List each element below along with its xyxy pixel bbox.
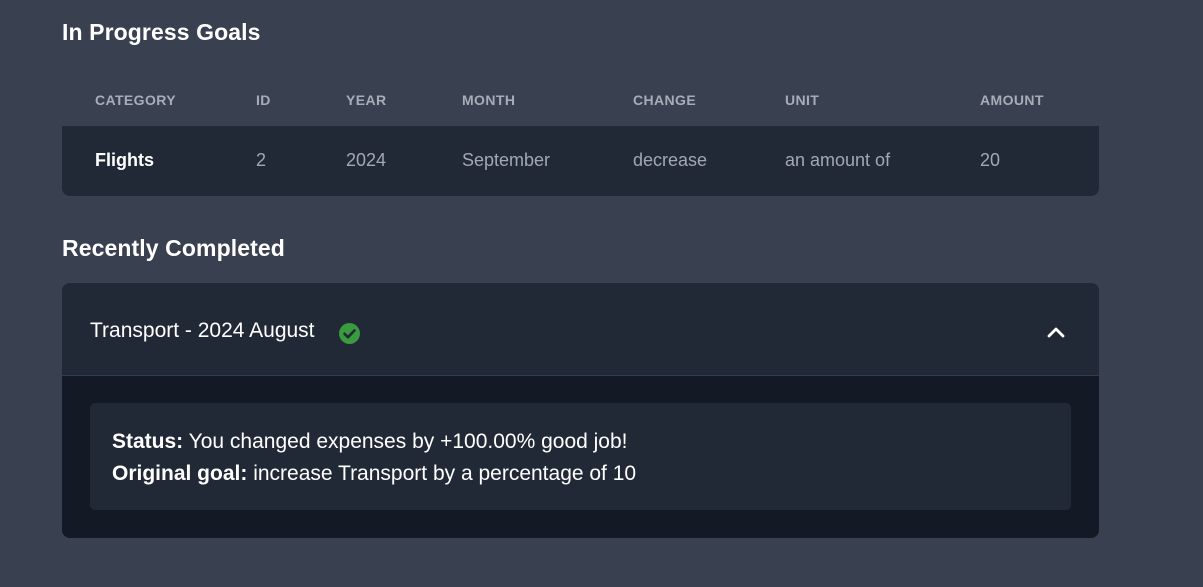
in-progress-goals-table: CATEGORY ID YEAR MONTH CHANGE UNIT AMOUN… [62, 72, 1099, 196]
column-header-year: YEAR [346, 92, 387, 108]
accordion-content: Status: You changed expenses by +100.00%… [90, 403, 1071, 510]
original-goal-label: Original goal: [112, 462, 248, 485]
original-goal-text: increase Transport by a percentage of 10 [253, 462, 637, 485]
recently-completed-title: Recently Completed [62, 235, 285, 261]
chevron-up-icon[interactable] [1045, 321, 1067, 343]
column-header-category: CATEGORY [95, 92, 176, 108]
cell-category: Flights [95, 150, 154, 170]
completed-goal-title: Transport - 2024 August [90, 319, 315, 342]
cell-id: 2 [256, 150, 267, 170]
column-header-change: CHANGE [633, 92, 697, 108]
status-label: Status: [112, 430, 184, 453]
cell-year: 2024 [346, 150, 387, 170]
cell-unit: an amount of [785, 150, 891, 170]
table-header: CATEGORY ID YEAR MONTH CHANGE UNIT AMOUN… [62, 72, 1099, 126]
original-goal-line: Original goal: increase Transport by a p… [112, 462, 636, 486]
column-header-id: ID [256, 92, 271, 108]
completed-goal-accordion: Transport - 2024 August Status: You chan… [62, 283, 1099, 538]
column-header-amount: AMOUNT [980, 92, 1044, 108]
page: In Progress Goals CATEGORY ID YEAR MONTH… [0, 0, 1203, 587]
column-header-month: MONTH [462, 92, 516, 108]
check-circle-icon [339, 323, 360, 344]
column-header-unit: UNIT [785, 92, 820, 108]
cell-change: decrease [633, 150, 708, 170]
table-row: Flights 2 2024 September decrease an amo… [62, 126, 1099, 196]
status-line: Status: You changed expenses by +100.00%… [112, 430, 628, 454]
cell-month: September [462, 150, 551, 170]
cell-amount: 20 [980, 150, 1001, 170]
in-progress-title: In Progress Goals [62, 19, 261, 45]
status-text: You changed expenses by +100.00% good jo… [188, 430, 628, 453]
accordion-header-button[interactable]: Transport - 2024 August [62, 283, 1099, 376]
